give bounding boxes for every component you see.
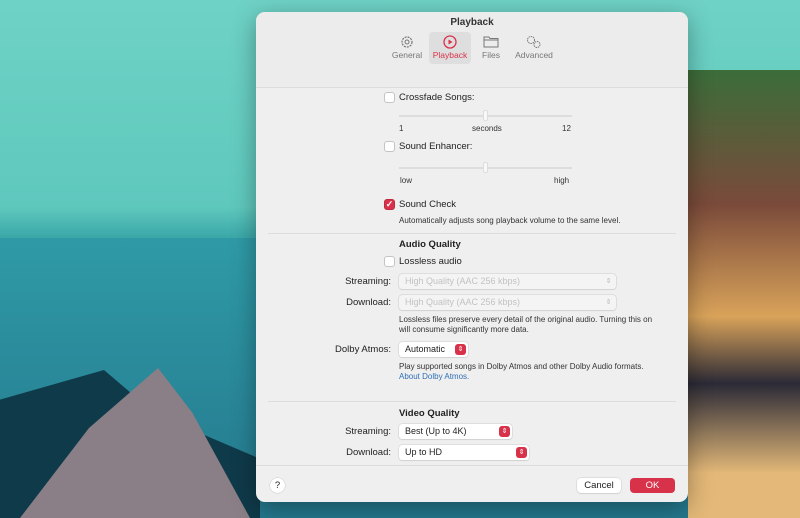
tab-playback[interactable]: Playback bbox=[429, 32, 471, 64]
chevron-updown-icon: ⇕ bbox=[499, 426, 510, 437]
divider bbox=[268, 401, 676, 402]
crossfade-slider[interactable] bbox=[399, 110, 572, 121]
sound-check-label: Sound Check bbox=[399, 199, 457, 210]
folder-icon bbox=[470, 32, 512, 50]
ok-button[interactable]: OK bbox=[630, 478, 675, 493]
gear-icon bbox=[386, 32, 428, 50]
crossfade-max: 12 bbox=[562, 124, 571, 133]
dialog-title: Playback bbox=[450, 17, 494, 28]
preferences-dialog: Playback General Playback Files Advanced… bbox=[256, 12, 688, 502]
select-value: High Quality (AAC 256 kbps) bbox=[405, 276, 521, 286]
tab-label: Advanced bbox=[515, 50, 553, 60]
sound-enhancer-label: Sound Enhancer: bbox=[399, 141, 473, 152]
chevron-updown-icon: ⇕ bbox=[516, 447, 527, 458]
tab-general[interactable]: General bbox=[386, 32, 428, 64]
about-dolby-link[interactable]: About Dolby Atmos. bbox=[399, 371, 469, 383]
crossfade-checkbox[interactable] bbox=[384, 92, 395, 103]
audio-streaming-label: Streaming: bbox=[345, 276, 391, 287]
help-button[interactable]: ? bbox=[270, 478, 285, 493]
tab-files[interactable]: Files bbox=[470, 32, 512, 64]
select-value: Up to HD bbox=[405, 447, 443, 457]
divider bbox=[268, 233, 676, 234]
audio-download-select[interactable]: High Quality (AAC 256 kbps) ⇕ bbox=[399, 295, 616, 310]
chevron-updown-icon: ⇕ bbox=[605, 278, 612, 285]
lossless-checkbox[interactable] bbox=[384, 256, 395, 267]
chevron-updown-icon: ⇕ bbox=[605, 299, 612, 306]
lossless-description-2: will consume significantly more data. bbox=[399, 325, 529, 334]
crossfade-unit: seconds bbox=[472, 124, 502, 133]
crossfade-min: 1 bbox=[399, 124, 404, 133]
tab-advanced[interactable]: Advanced bbox=[512, 32, 556, 64]
footer-divider bbox=[256, 465, 688, 466]
sound-check-checkbox[interactable]: ✓ bbox=[384, 199, 395, 210]
enhancer-slider[interactable] bbox=[399, 162, 572, 173]
chevron-updown-icon: ⇕ bbox=[455, 344, 466, 355]
toolbar: Playback General Playback Files Advanced bbox=[256, 12, 688, 88]
dolby-select[interactable]: Automatic ⇕ bbox=[399, 342, 468, 357]
dolby-label: Dolby Atmos: bbox=[335, 344, 391, 355]
gears-icon bbox=[512, 32, 556, 50]
video-streaming-select[interactable]: Best (Up to 4K) ⇕ bbox=[399, 424, 512, 439]
slider-knob[interactable] bbox=[483, 162, 488, 173]
sound-enhancer-checkbox[interactable] bbox=[384, 141, 395, 152]
sound-check-description: Automatically adjusts song playback volu… bbox=[399, 216, 621, 225]
enhancer-min: low bbox=[400, 176, 413, 185]
select-value: High Quality (AAC 256 kbps) bbox=[405, 297, 521, 307]
tab-label: Playback bbox=[432, 50, 468, 60]
video-streaming-label: Streaming: bbox=[345, 426, 391, 437]
audio-download-label: Download: bbox=[346, 297, 391, 308]
cliff bbox=[688, 70, 800, 518]
audio-quality-heading: Audio Quality bbox=[399, 239, 461, 250]
cancel-button[interactable]: Cancel bbox=[577, 478, 621, 493]
video-quality-heading: Video Quality bbox=[399, 408, 460, 419]
crossfade-label: Crossfade Songs: bbox=[399, 92, 475, 103]
select-value: Automatic bbox=[405, 344, 446, 354]
audio-streaming-select[interactable]: High Quality (AAC 256 kbps) ⇕ bbox=[399, 274, 616, 289]
lossless-label: Lossless audio bbox=[399, 256, 462, 267]
slider-knob[interactable] bbox=[483, 110, 488, 121]
select-value: Best (Up to 4K) bbox=[405, 426, 467, 436]
tab-label: General bbox=[391, 50, 423, 60]
video-download-select[interactable]: Up to HD ⇕ bbox=[399, 445, 529, 460]
play-circle-icon bbox=[429, 32, 471, 50]
tab-label: Files bbox=[482, 50, 500, 60]
enhancer-max: high bbox=[554, 176, 570, 185]
video-download-label: Download: bbox=[346, 447, 391, 458]
